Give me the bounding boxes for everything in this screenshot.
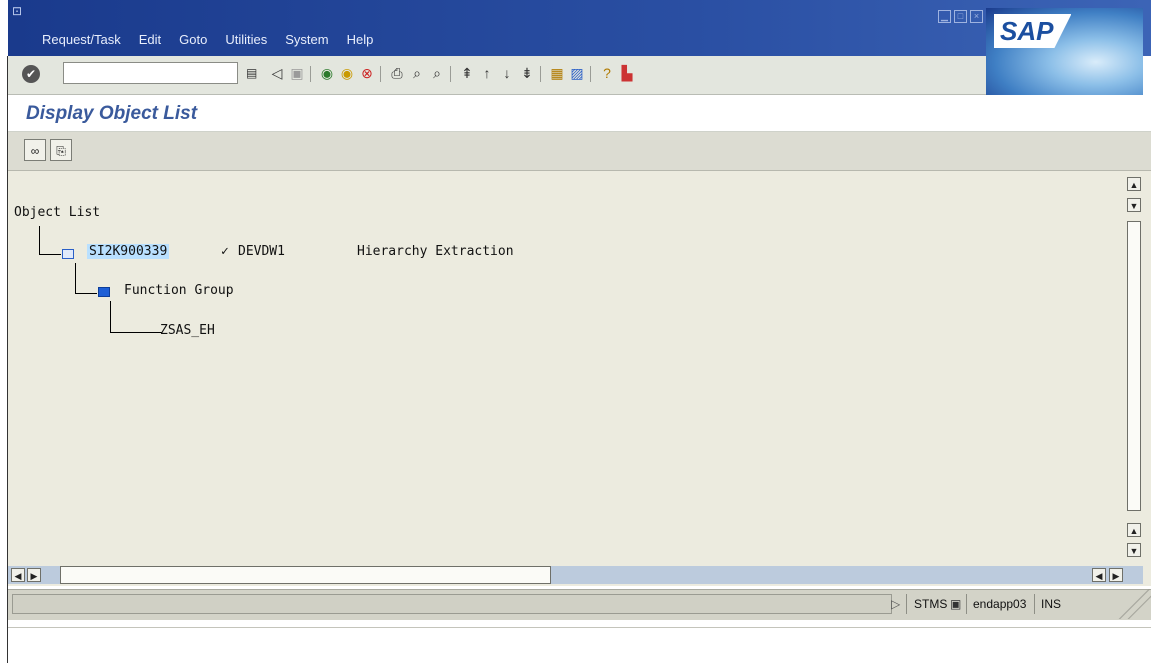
status-message (12, 594, 892, 614)
scroll-left-icon[interactable]: ◀ (1092, 568, 1106, 582)
tree-connector (75, 293, 97, 294)
tree-connector (75, 263, 76, 294)
save-icon[interactable]: ▣ (288, 64, 306, 82)
help-icon[interactable]: ? (598, 64, 616, 82)
exit-icon[interactable]: ◉ (338, 64, 356, 82)
request-description: Hierarchy Extraction (357, 244, 514, 259)
function-group-icon (98, 287, 110, 297)
back-icon[interactable]: ◁ (268, 64, 286, 82)
status-insert-mode[interactable]: INS (1041, 594, 1061, 614)
status-separator (906, 594, 907, 614)
request-target: DEVDW1 (238, 244, 285, 259)
scroll-up-icon[interactable]: ▲ (1127, 177, 1141, 191)
menu-bar: ⊡ Request/Task Edit Goto Utilities Syste… (8, 0, 1151, 56)
scroll-up-icon[interactable]: ▲ (1127, 523, 1141, 537)
scroll-down-icon[interactable]: ▼ (1127, 198, 1141, 212)
scroll-left-icon[interactable]: ◀ (11, 568, 25, 582)
document-icon[interactable]: ⎘ (50, 139, 72, 161)
tree-connector (39, 254, 61, 255)
toolbar-separator (310, 66, 311, 82)
menu-edit[interactable]: Edit (139, 32, 161, 47)
window-controls: ▁ □ × (938, 10, 983, 23)
first-page-icon[interactable]: ⇞ (458, 64, 476, 82)
status-bar: ▷ STMS ▣ endapp03 INS (8, 589, 1151, 620)
menu-system[interactable]: System (285, 32, 328, 47)
status-toggle-icon[interactable]: ▷ (891, 594, 900, 614)
toolbar-separator (380, 66, 381, 82)
next-page-icon[interactable]: ↓ (498, 64, 516, 82)
print-icon[interactable]: ⎙ (388, 64, 406, 82)
scroll-right-icon[interactable]: ▶ (27, 568, 41, 582)
layout-menu-icon[interactable]: ▙ (618, 64, 636, 82)
find-next-icon[interactable]: ⌕ (428, 64, 446, 82)
resize-handle-icon[interactable] (1118, 589, 1151, 619)
check-icon: ✓ (221, 244, 229, 259)
request-number[interactable]: SI2K900339 (87, 244, 170, 259)
minimize-icon[interactable]: ▁ (938, 10, 951, 23)
menu-help[interactable]: Help (347, 32, 374, 47)
maximize-icon[interactable]: □ (954, 10, 967, 23)
scroll-right-icon[interactable]: ▶ (1109, 568, 1123, 582)
main-menu: Request/Task Edit Goto Utilities System … (42, 32, 391, 47)
create-session-icon[interactable]: ▦ (548, 64, 566, 82)
toolbar-separator (450, 66, 451, 82)
command-field[interactable] (63, 62, 238, 84)
menu-goto[interactable]: Goto (179, 32, 207, 47)
bottom-area (8, 627, 1151, 664)
sap-logo: SAP (986, 8, 1143, 98)
tree-connector (110, 332, 162, 333)
tree-connector (39, 226, 40, 255)
previous-page-icon[interactable]: ↑ (478, 64, 496, 82)
display-icon[interactable]: ∞ (24, 139, 46, 161)
page-title: Display Object List (26, 103, 198, 124)
title-bar: Display Object List (8, 95, 1151, 132)
status-transaction: STMS (914, 597, 948, 611)
cancel-icon[interactable]: ⊗ (358, 64, 376, 82)
menu-request-task[interactable]: Request/Task (42, 32, 121, 47)
find-icon[interactable]: ⌕ (408, 64, 426, 82)
status-separator (966, 594, 967, 614)
sap-logo-text: SAP (994, 14, 1072, 48)
horizontal-scroll-thumb[interactable] (60, 566, 551, 584)
work-area: Object List SI2K900339 ✓ DEVDW1 Hierarch… (8, 171, 1151, 586)
enter-icon[interactable]: ✔ (22, 65, 40, 83)
close-icon[interactable]: × (970, 10, 983, 23)
status-popup-icon[interactable]: ▣ (950, 594, 961, 614)
command-field-icon[interactable]: ▤ (246, 66, 257, 80)
last-page-icon[interactable]: ⇟ (518, 64, 536, 82)
toolbar-separator (590, 66, 591, 82)
standard-toolbar: ✔ ▤ ◁ ▣ ◉ ◉ ⊗ ⎙ ⌕ ⌕ ⇞ ↑ ↓ ⇟ ▦ ▨ ? ▙ (8, 56, 986, 95)
transport-request-icon (62, 249, 74, 259)
object-name[interactable]: ZSAS_EH (160, 323, 215, 338)
application-toolbar: ∞ ⎘ (8, 132, 1151, 171)
system-menu-icon[interactable]: ⊡ (12, 4, 22, 18)
status-separator (1034, 594, 1035, 614)
create-shortcut-icon[interactable]: ▨ (568, 64, 586, 82)
function-group-label[interactable]: Function Group (124, 283, 234, 298)
tree-connector (110, 301, 111, 333)
tree-root-label: Object List (14, 205, 101, 220)
green-back-icon[interactable]: ◉ (318, 64, 336, 82)
vertical-scroll-thumb[interactable] (1127, 221, 1141, 511)
status-server: endapp03 (973, 597, 1027, 611)
menu-utilities[interactable]: Utilities (225, 32, 267, 47)
scroll-down-icon[interactable]: ▼ (1127, 543, 1141, 557)
toolbar-separator (540, 66, 541, 82)
